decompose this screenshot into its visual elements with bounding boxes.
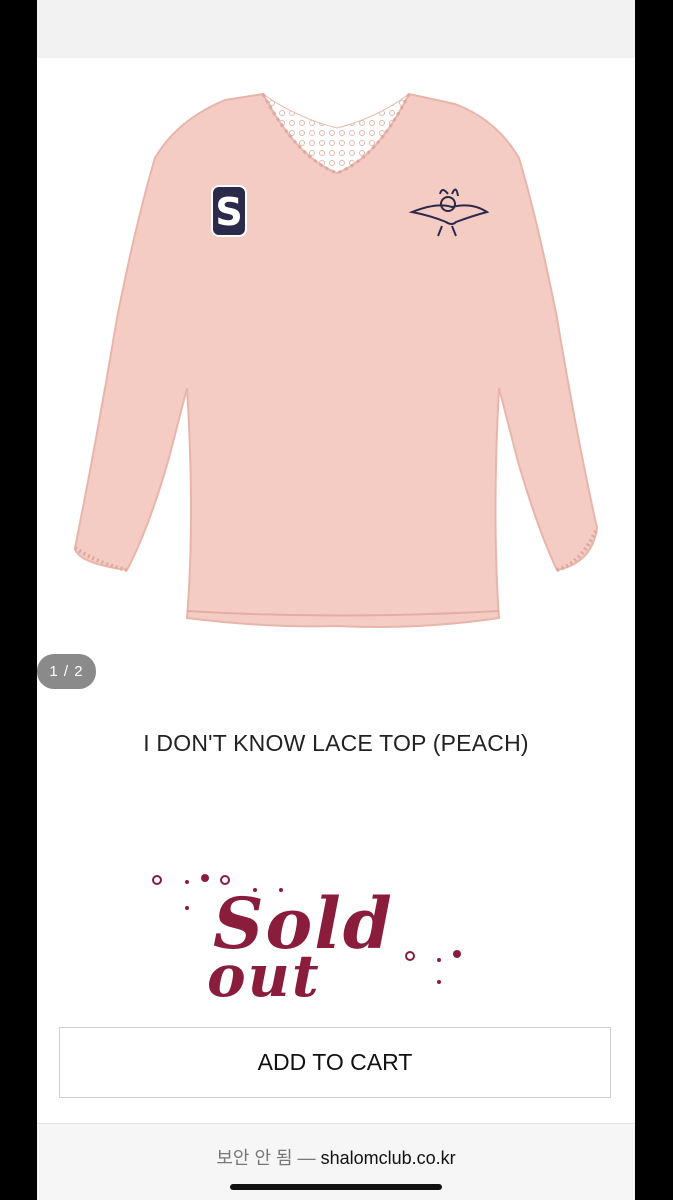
out-text: out (207, 942, 321, 1010)
product-page: S 1 / 2 I DON'T KNOW LACE TOP (PEACH) So… (37, 0, 635, 1200)
address-text: 보안 안 됨 — shalomclub.co.kr (37, 1144, 635, 1170)
purchase-panel: ADD TO CART 보안 안 됨 — shalomclub.co.kr (37, 1005, 635, 1200)
status-bar-area (37, 0, 635, 58)
letter-s-patch: S (211, 185, 247, 237)
home-indicator[interactable] (230, 1184, 442, 1190)
product-title: I DON'T KNOW LACE TOP (PEACH) (143, 730, 529, 756)
svg-text:S: S (215, 190, 242, 234)
domain-text: shalomclub.co.kr (320, 1148, 456, 1168)
browser-address-bar[interactable]: 보안 안 됨 — shalomclub.co.kr (37, 1123, 635, 1200)
product-image-gallery[interactable]: S 1 / 2 (37, 58, 635, 689)
top-garment-body (73, 92, 599, 628)
product-image: S (73, 92, 599, 628)
sold-out-badge: Sold out (147, 860, 483, 1010)
image-page-indicator: 1 / 2 (37, 654, 96, 689)
not-secure-label: 보안 안 됨 — (216, 1148, 316, 1168)
add-to-cart-button[interactable]: ADD TO CART (59, 1027, 611, 1098)
